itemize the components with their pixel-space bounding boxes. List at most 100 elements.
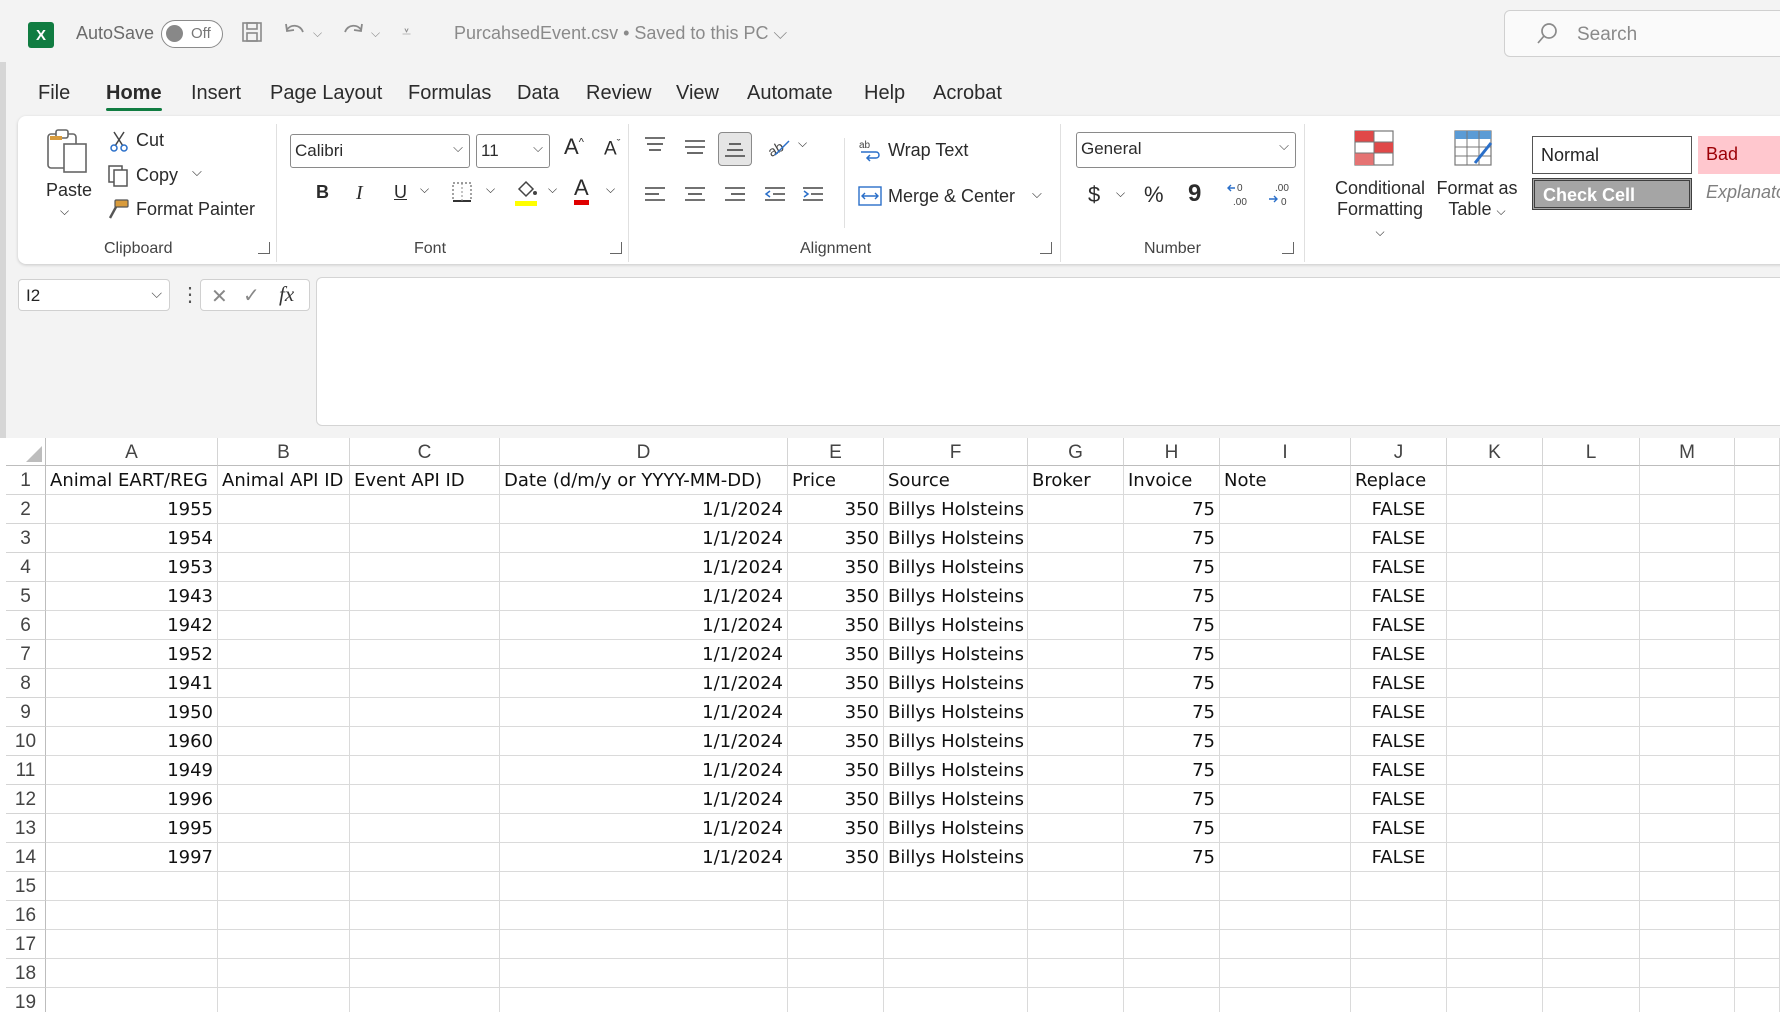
table-cell[interactable]: 75 [1124,843,1220,872]
empty-cell[interactable] [1543,582,1640,611]
row-header[interactable]: 14 [6,843,46,872]
empty-cell[interactable] [1735,843,1780,872]
empty-cell[interactable] [1640,930,1735,959]
tab-review[interactable]: Review [586,82,652,105]
table-cell[interactable]: FALSE [1351,756,1447,785]
column-header[interactable]: M [1640,438,1735,466]
row-header[interactable]: 8 [6,669,46,698]
align-left-icon[interactable] [642,184,668,206]
empty-cell[interactable] [1124,930,1220,959]
table-cell[interactable] [1220,611,1351,640]
empty-cell[interactable] [884,872,1028,901]
empty-cell[interactable] [46,959,218,988]
empty-cell[interactable] [1447,843,1543,872]
middle-align-icon[interactable] [682,136,708,158]
empty-cell[interactable] [1447,611,1543,640]
table-cell[interactable]: 350 [788,524,884,553]
style-normal[interactable]: Normal [1532,136,1692,174]
table-cell[interactable]: 1952 [46,640,218,669]
empty-cell[interactable] [884,901,1028,930]
empty-cell[interactable] [1543,727,1640,756]
style-explanatory[interactable]: Explanato [1698,174,1780,212]
empty-cell[interactable] [350,872,500,901]
table-cell[interactable]: 1960 [46,727,218,756]
percent-button[interactable]: % [1144,182,1164,208]
table-cell[interactable]: Billys Holsteins [884,698,1028,727]
bottom-align-button[interactable] [718,132,752,166]
cut-button[interactable]: Cut [136,130,164,151]
redo-dropdown-icon[interactable]: ⌵ [371,20,380,46]
table-cell[interactable] [218,640,350,669]
font-color-dropdown-icon[interactable]: ⌵ [606,182,615,197]
empty-cell[interactable] [1028,988,1124,1012]
fill-color-dropdown-icon[interactable]: ⌵ [548,182,557,197]
empty-cell[interactable] [1640,698,1735,727]
empty-cell[interactable] [1028,901,1124,930]
redo-icon[interactable] [340,20,366,50]
table-cell[interactable] [350,669,500,698]
table-cell[interactable]: 1943 [46,582,218,611]
customize-qat-icon[interactable]: ⩡ [402,20,411,46]
empty-cell[interactable] [1351,930,1447,959]
table-cell[interactable] [1028,843,1124,872]
tab-acrobat[interactable]: Acrobat [933,82,1002,105]
empty-cell[interactable] [788,901,884,930]
empty-cell[interactable] [1447,901,1543,930]
font-family-select[interactable]: Calibri ⌵ [290,134,470,168]
column-header[interactable]: H [1124,438,1220,466]
table-cell[interactable]: FALSE [1351,495,1447,524]
table-cell[interactable] [1220,814,1351,843]
empty-cell[interactable] [1640,814,1735,843]
style-check-cell[interactable]: Check Cell [1532,178,1692,210]
empty-cell[interactable] [1735,930,1780,959]
header-cell[interactable]: Animal EART/REG [46,466,218,495]
empty-cell[interactable] [218,872,350,901]
increase-indent-icon[interactable] [800,184,826,206]
row-header[interactable]: 10 [6,727,46,756]
empty-cell[interactable] [1351,988,1447,1012]
increase-decimal-icon[interactable]: 0.00 [1226,178,1258,210]
empty-cell[interactable] [1640,495,1735,524]
paste-dropdown-icon[interactable]: ⌵ [60,204,69,219]
empty-cell[interactable] [1735,524,1780,553]
empty-cell[interactable] [1640,756,1735,785]
empty-cell[interactable] [1735,785,1780,814]
table-cell[interactable]: FALSE [1351,843,1447,872]
table-cell[interactable]: Billys Holsteins [884,727,1028,756]
empty-cell[interactable] [1735,495,1780,524]
decrease-indent-icon[interactable] [762,184,788,206]
empty-cell[interactable] [788,988,884,1012]
table-cell[interactable]: 1950 [46,698,218,727]
empty-cell[interactable] [1351,872,1447,901]
align-center-icon[interactable] [682,184,708,206]
table-cell[interactable] [1028,785,1124,814]
empty-cell[interactable] [1543,611,1640,640]
empty-cell[interactable] [500,901,788,930]
empty-cell[interactable] [1447,814,1543,843]
table-cell[interactable] [218,524,350,553]
empty-cell[interactable] [1028,872,1124,901]
table-cell[interactable] [218,843,350,872]
number-launcher-icon[interactable] [1282,242,1294,254]
empty-cell[interactable] [1543,959,1640,988]
empty-cell[interactable] [1543,843,1640,872]
empty-cell[interactable] [1735,814,1780,843]
column-header[interactable]: A [46,438,218,466]
table-cell[interactable] [350,814,500,843]
table-cell[interactable]: 75 [1124,553,1220,582]
empty-cell[interactable] [1735,698,1780,727]
table-cell[interactable]: 1/1/2024 [500,553,788,582]
empty-cell[interactable] [1447,669,1543,698]
row-header[interactable]: 17 [6,930,46,959]
table-cell[interactable]: FALSE [1351,582,1447,611]
table-cell[interactable]: FALSE [1351,640,1447,669]
table-cell[interactable]: FALSE [1351,524,1447,553]
enter-icon[interactable]: ✓ [243,283,260,308]
empty-cell[interactable] [1640,640,1735,669]
alignment-launcher-icon[interactable] [1040,242,1052,254]
empty-cell[interactable] [1124,988,1220,1012]
empty-cell[interactable] [1220,872,1351,901]
row-header[interactable]: 13 [6,814,46,843]
table-cell[interactable]: 75 [1124,640,1220,669]
table-cell[interactable]: 1996 [46,785,218,814]
